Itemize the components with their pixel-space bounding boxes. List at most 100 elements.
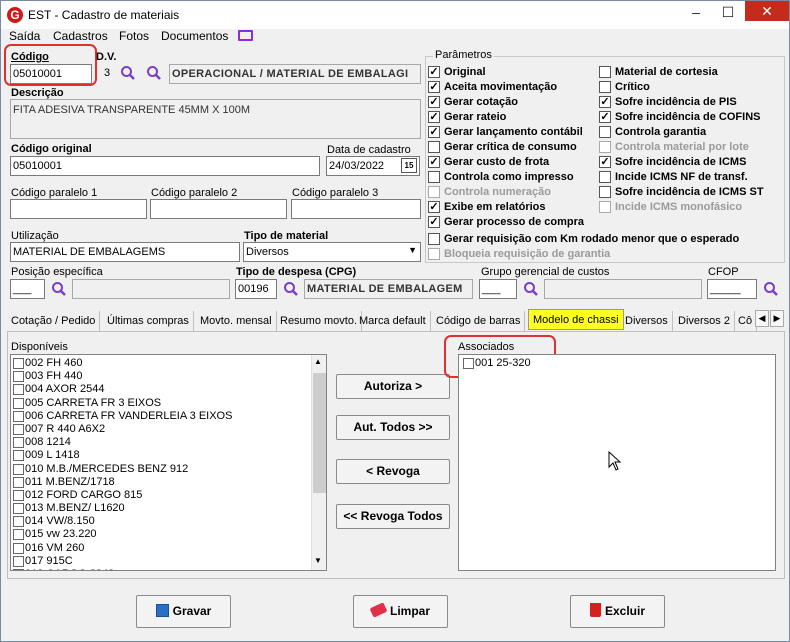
tab-6[interactable]: Modelo de chassi — [528, 309, 624, 330]
checkbox-empty-icon[interactable] — [428, 233, 440, 245]
scroll-up-icon[interactable]: ▲ — [314, 357, 322, 366]
minimize-button[interactable]: – — [681, 1, 711, 23]
param-right-1[interactable]: Crítico — [599, 81, 650, 94]
utilizacao-input[interactable]: MATERIAL DE EMBALAGEMS — [10, 242, 240, 262]
disponiveis-list[interactable]: 002 FH 460 003 FH 440 004 AXOR 2544 005 CAR… — [10, 354, 327, 571]
list-item[interactable]: 018 CARGO 2842 — [11, 568, 326, 570]
checkbox-empty-icon[interactable] — [599, 81, 611, 93]
tipo-material-select[interactable]: Diversos ▼ — [243, 242, 421, 262]
gravar-button[interactable]: Gravar — [136, 595, 231, 628]
param-right-3[interactable]: ✓ Sofre incidência de COFINS — [599, 111, 760, 124]
list-item[interactable]: 015 vw 23.220 — [11, 528, 326, 541]
checkbox-empty-icon[interactable] — [599, 186, 611, 198]
param-left-9[interactable]: ✓ Exibe em relatórios — [428, 201, 546, 214]
checkbox-checked-icon[interactable]: ✓ — [428, 111, 440, 123]
param-right-7[interactable]: Incide ICMS NF de transf. — [599, 171, 748, 184]
calendar-icon[interactable]: 15 — [401, 158, 417, 173]
scroll-thumb[interactable] — [313, 373, 326, 493]
param-left-6[interactable]: ✓ Gerar custo de frota — [428, 156, 549, 169]
list-item[interactable]: 011 M.BENZ/1718 — [11, 476, 326, 489]
param-left-10[interactable]: ✓ Gerar processo de compra — [428, 216, 584, 229]
param-left-7[interactable]: Controla como impresso — [428, 171, 574, 184]
checkbox-empty-icon[interactable] — [428, 141, 440, 153]
checkbox-empty-icon[interactable] — [599, 201, 611, 213]
checkbox-checked-icon[interactable]: ✓ — [599, 156, 611, 168]
tab-8[interactable]: Diversos 2 — [674, 311, 735, 331]
list-item[interactable]: 004 AXOR 2544 — [11, 383, 326, 396]
checkbox-empty-icon[interactable] — [599, 141, 611, 153]
param-left-5[interactable]: Gerar crítica de consumo — [428, 141, 577, 154]
checkbox-empty-icon[interactable] — [13, 437, 24, 449]
tab-3[interactable]: Resumo movto. — [276, 311, 363, 331]
descricao-field[interactable]: FITA ADESIVA TRANSPARENTE 45MM X 100M — [10, 99, 421, 139]
revoga-todos-button[interactable]: << Revoga Todos — [336, 504, 450, 529]
tab-0[interactable]: Cotação / Pedido — [7, 311, 101, 331]
search-codigo-icon[interactable] — [120, 65, 136, 81]
codigo-original-input[interactable]: 05010001 — [10, 156, 320, 176]
checkbox-checked-icon[interactable]: ✓ — [428, 96, 440, 108]
checkbox-checked-icon[interactable]: ✓ — [428, 126, 440, 138]
list-item[interactable]: 009 L 1418 — [11, 449, 326, 462]
checkbox-checked-icon[interactable]: ✓ — [428, 216, 440, 228]
search-grupo-icon[interactable] — [523, 281, 539, 297]
codigo-input[interactable]: 05010001 — [10, 64, 92, 84]
list-item[interactable]: 017 915C — [11, 555, 326, 568]
list-item[interactable]: 002 FH 460 — [11, 357, 326, 370]
search-cfop-icon[interactable] — [763, 281, 779, 297]
checkbox-empty-icon[interactable] — [13, 384, 24, 396]
checkbox-empty-icon[interactable] — [13, 463, 24, 475]
checkbox-empty-icon[interactable] — [13, 503, 24, 515]
checkbox-empty-icon[interactable] — [599, 126, 611, 138]
tab-2[interactable]: Movto. mensal — [196, 311, 277, 331]
checkbox-empty-icon[interactable] — [463, 358, 474, 369]
close-button[interactable]: ✕ — [745, 1, 789, 21]
checkbox-empty-icon[interactable] — [428, 186, 440, 198]
param-right-8[interactable]: Sofre incidência de ICMS ST — [599, 186, 764, 199]
checkbox-empty-icon[interactable] — [13, 358, 24, 369]
checkbox-checked-icon[interactable]: ✓ — [428, 66, 440, 78]
checkbox-empty-icon[interactable] — [428, 248, 440, 260]
list-item[interactable]: 001 25-320 — [461, 357, 775, 370]
list-item[interactable]: 008 1214 — [11, 436, 326, 449]
grupo-input[interactable]: ___ — [479, 279, 517, 299]
list-item[interactable]: 003 FH 440 — [11, 370, 326, 383]
cfop-input[interactable]: _____ — [707, 279, 757, 299]
checkbox-checked-icon[interactable]: ✓ — [428, 156, 440, 168]
search-categoria-icon[interactable] — [146, 65, 162, 81]
tab-9[interactable]: Cô — [734, 311, 758, 331]
menu-saida[interactable]: Saída — [9, 29, 40, 43]
list-item[interactable]: 016 VM 260 — [11, 542, 326, 555]
checkbox-empty-icon[interactable] — [13, 450, 24, 462]
menu-fotos[interactable]: Fotos — [119, 29, 149, 43]
tab-1[interactable]: Últimas compras — [103, 311, 194, 331]
param-right-2[interactable]: ✓ Sofre incidência de PIS — [599, 96, 737, 109]
disponiveis-scrollbar[interactable]: ▲ ▼ — [311, 355, 326, 570]
list-item[interactable]: 010 M.B./MERCEDES BENZ 912 — [11, 463, 326, 476]
tab-4[interactable]: Marca default — [355, 311, 431, 331]
checkbox-checked-icon[interactable]: ✓ — [599, 96, 611, 108]
checkbox-empty-icon[interactable] — [13, 489, 24, 501]
param-right-0[interactable]: Material de cortesia — [599, 66, 718, 79]
paralelo1-input[interactable] — [10, 199, 147, 219]
excluir-button[interactable]: Excluir — [570, 595, 665, 628]
param-left-1[interactable]: ✓ Aceita movimentação — [428, 81, 557, 94]
menu-cadastros[interactable]: Cadastros — [53, 29, 108, 43]
checkbox-empty-icon[interactable] — [13, 371, 24, 383]
posicao-input[interactable]: ___ — [10, 279, 45, 299]
tab-5[interactable]: Código de barras — [432, 311, 526, 331]
checkbox-empty-icon[interactable] — [13, 569, 24, 570]
checkbox-empty-icon[interactable] — [428, 171, 440, 183]
scroll-down-icon[interactable]: ▼ — [314, 556, 322, 565]
param-bottom-0[interactable]: Gerar requisição com Km rodado menor que… — [428, 233, 739, 246]
list-item[interactable]: 006 CARRETA FR VANDERLEIA 3 EIXOS — [11, 410, 326, 423]
checkbox-checked-icon[interactable]: ✓ — [428, 81, 440, 93]
aut-todos-button[interactable]: Aut. Todos >> — [336, 415, 450, 440]
paralelo2-input[interactable] — [150, 199, 287, 219]
list-item[interactable]: 012 FORD CARGO 815 — [11, 489, 326, 502]
checkbox-empty-icon[interactable] — [13, 542, 24, 554]
checkbox-empty-icon[interactable] — [599, 66, 611, 78]
checkbox-empty-icon[interactable] — [13, 555, 24, 567]
autoriza-button[interactable]: Autoriza > — [336, 374, 450, 399]
tab-7[interactable]: Diversos — [621, 311, 673, 331]
list-item[interactable]: 005 CARRETA FR 3 EIXOS — [11, 397, 326, 410]
